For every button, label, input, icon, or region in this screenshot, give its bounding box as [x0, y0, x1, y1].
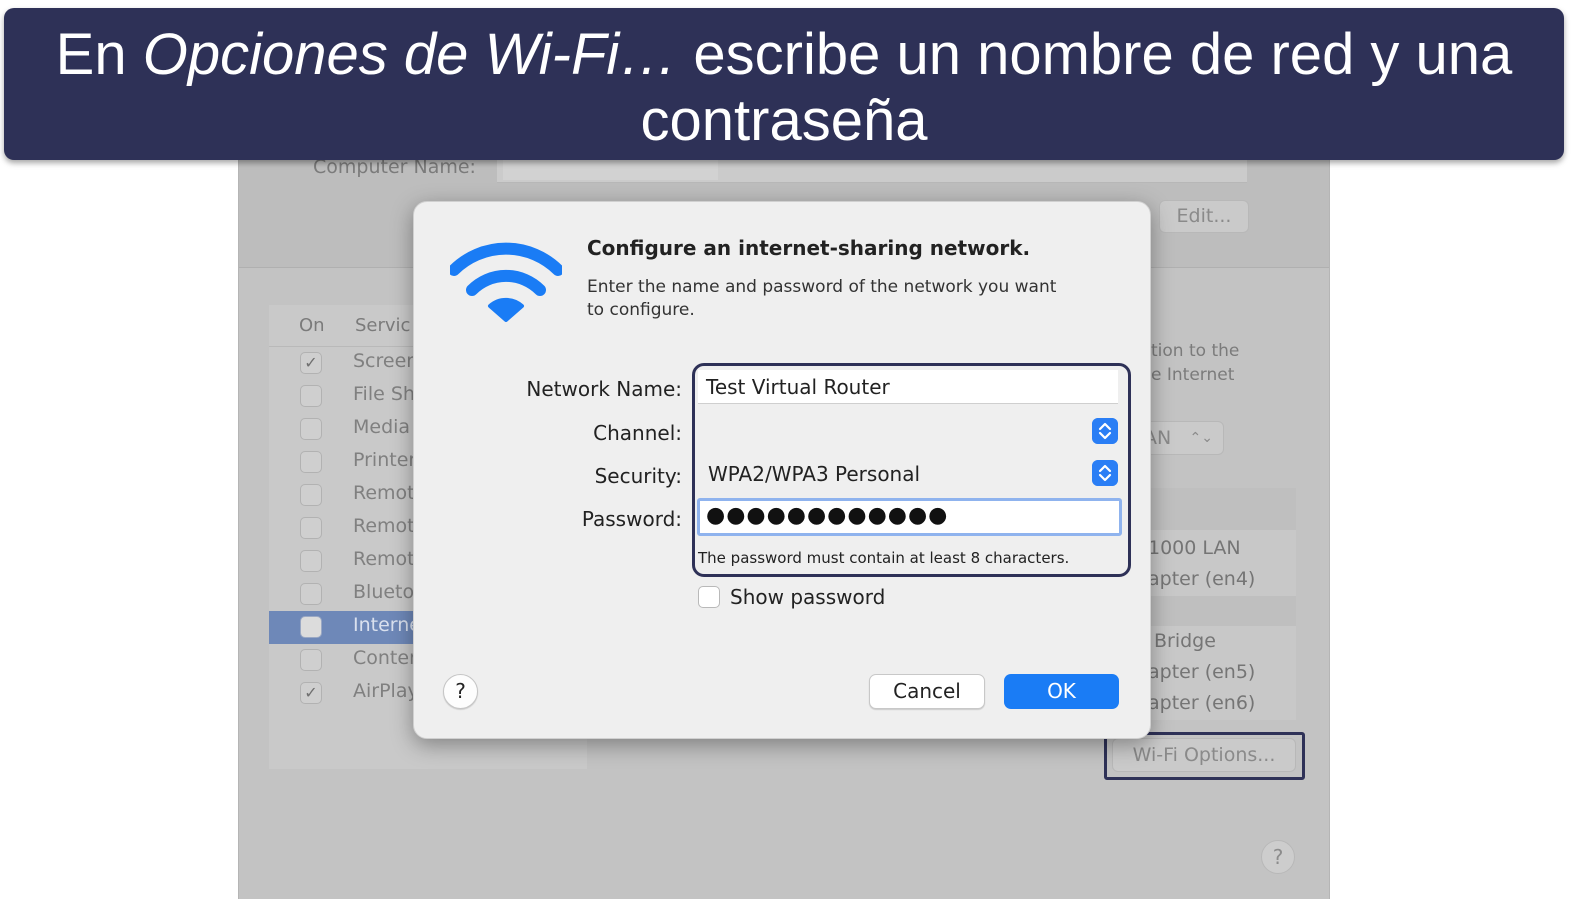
chevron-updown-icon: ⌃⌄	[1189, 430, 1213, 446]
show-password-label[interactable]: Show password	[730, 585, 885, 609]
service-name: Media	[353, 416, 411, 438]
service-checkbox[interactable]	[300, 583, 322, 605]
dialog-title: Configure an internet-sharing network.	[587, 236, 1031, 260]
network-name-field[interactable]: Test Virtual Router	[698, 370, 1118, 404]
port-item[interactable]: Bridge	[1154, 630, 1216, 652]
port-item[interactable]: 1000 LAN	[1148, 537, 1241, 559]
ok-button[interactable]: OK	[1004, 674, 1119, 709]
password-hint: The password must contain at least 8 cha…	[698, 549, 1070, 567]
service-name: AirPlay	[353, 680, 419, 702]
network-name-label: Network Name:	[526, 377, 682, 401]
service-checkbox[interactable]	[300, 418, 322, 440]
port-item[interactable]: apter (en6)	[1148, 692, 1255, 714]
wifi-icon	[450, 242, 562, 322]
security-label: Security:	[594, 464, 682, 488]
port-item[interactable]: apter (en4)	[1148, 568, 1255, 590]
service-checkbox[interactable]	[300, 484, 322, 506]
chevron-updown-icon	[1092, 460, 1118, 486]
security-value: WPA2/WPA3 Personal	[708, 462, 921, 486]
show-password-checkbox[interactable]	[698, 586, 720, 608]
password-field[interactable]: ●●●●●●●●●●●●	[697, 498, 1122, 536]
service-checkbox[interactable]	[300, 385, 322, 407]
password-label: Password:	[581, 507, 682, 531]
banner-line-1: En Opciones de Wi-Fi… escribe un nombre …	[4, 8, 1564, 88]
internet-sharing-dialog: Configure an internet-sharing network. E…	[413, 201, 1151, 739]
cancel-button[interactable]: Cancel	[869, 674, 985, 709]
port-item[interactable]: apter (en5)	[1148, 661, 1255, 683]
help-button-background[interactable]: ?	[1261, 840, 1295, 874]
service-name: Interne	[353, 614, 421, 636]
service-checkbox[interactable]: ✓	[300, 352, 322, 374]
banner-text: En	[55, 22, 143, 87]
banner-emphasis: Opciones de Wi-Fi…	[142, 22, 678, 87]
banner-line-2: contraseña	[640, 88, 928, 153]
share-description-line1: tion to the	[1151, 341, 1240, 361]
service-checkbox[interactable]	[300, 517, 322, 539]
service-checkbox[interactable]	[300, 649, 322, 671]
chevron-updown-icon	[1092, 418, 1118, 444]
service-name: File Sh	[353, 383, 415, 405]
service-name: Screer	[353, 350, 415, 372]
banner-text: escribe un nombre de red y una	[677, 22, 1513, 87]
share-description-line2: e Internet	[1151, 365, 1235, 385]
service-name: Remot	[353, 548, 415, 570]
wifi-options-button[interactable]: Wi-Fi Options...	[1112, 738, 1296, 772]
column-header-service[interactable]: Servic	[355, 315, 410, 336]
edit-button[interactable]: Edit...	[1159, 200, 1249, 233]
service-name: Conter	[353, 647, 417, 669]
service-checkbox[interactable]: ✓	[300, 682, 322, 704]
help-button[interactable]: ?	[443, 674, 478, 709]
service-checkbox[interactable]	[300, 616, 322, 638]
service-checkbox[interactable]	[300, 451, 322, 473]
service-name: Printer	[353, 449, 417, 471]
service-checkbox[interactable]	[300, 550, 322, 572]
instruction-banner: En Opciones de Wi-Fi… escribe un nombre …	[4, 8, 1564, 160]
column-header-on[interactable]: On	[299, 315, 325, 336]
service-name: Blueto	[353, 581, 415, 603]
service-name: Remot	[353, 515, 415, 537]
security-popup[interactable]: WPA2/WPA3 Personal	[698, 457, 1118, 491]
channel-popup[interactable]	[698, 415, 1118, 449]
dialog-description: Enter the name and password of the netwo…	[587, 277, 1057, 320]
service-name: Remot	[353, 482, 415, 504]
channel-label: Channel:	[593, 421, 682, 445]
